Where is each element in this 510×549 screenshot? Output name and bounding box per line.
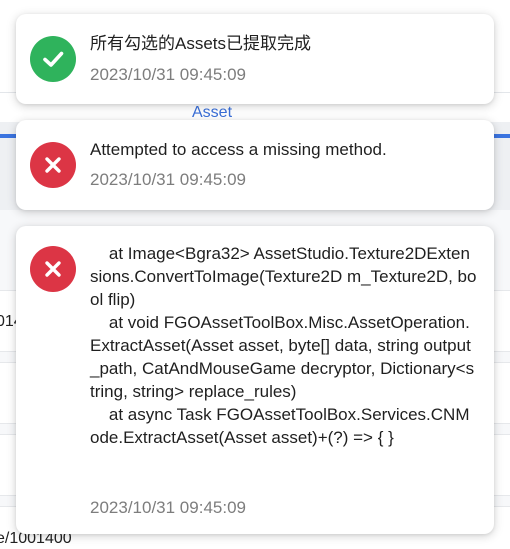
x-icon xyxy=(30,142,76,188)
notification-timestamp: 2023/10/31 09:45:09 xyxy=(90,498,246,517)
x-icon xyxy=(30,246,76,292)
notification-error-stacktrace[interactable]: at Image<Bgra32> AssetStudio.Texture2DEx… xyxy=(16,226,494,534)
notification-timestamp: 2023/10/31 09:45:09 xyxy=(90,170,246,189)
notification-message: Attempted to access a missing method. xyxy=(90,140,387,159)
check-icon xyxy=(30,36,76,82)
notification-timestamp: 2023/10/31 09:45:09 xyxy=(90,65,246,84)
notification-success[interactable]: 所有勾选的Assets已提取完成 2023/10/31 09:45:09 xyxy=(16,14,494,104)
notification-error[interactable]: Attempted to access a missing method. 20… xyxy=(16,120,494,210)
notification-message: at Image<Bgra32> AssetStudio.Texture2DEx… xyxy=(90,244,477,447)
notification-message: 所有勾选的Assets已提取完成 xyxy=(90,34,312,53)
